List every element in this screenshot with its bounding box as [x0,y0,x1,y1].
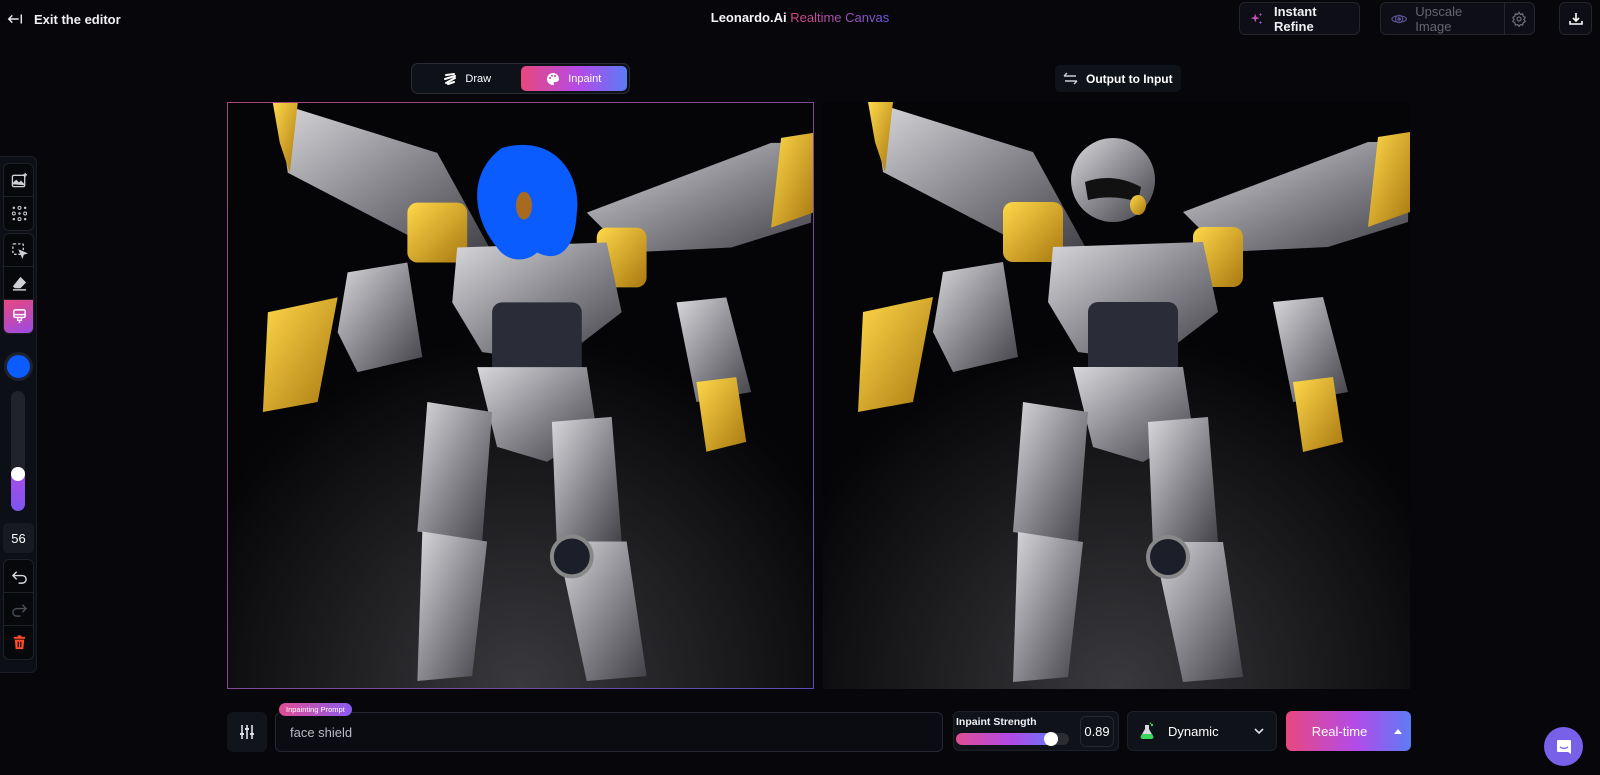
tab-inpaint[interactable]: Inpaint [520,66,627,91]
gear-icon [1512,10,1527,27]
input-canvas[interactable] [227,102,814,689]
paint-brush-tool[interactable] [4,300,33,333]
inpaint-strength-value[interactable]: 0.89 [1080,716,1114,747]
redo-icon [12,603,28,617]
app-subtitle: Realtime Canvas [790,10,890,25]
app-title: Leonardo.Ai Realtime Canvas [0,10,1600,25]
style-dropdown[interactable]: Dynamic [1127,711,1277,751]
mode-toggle: Draw Inpaint [411,63,630,94]
inpaint-strength-fill [956,733,1059,745]
brush-size-slider[interactable] [11,391,25,511]
select-cursor-icon [12,242,28,259]
undo-button[interactable] [4,560,33,593]
sparkle-icon [1250,12,1263,24]
image-plus-icon [11,172,28,187]
scribble-icon [444,72,457,85]
palette-icon [547,72,560,85]
redo-button[interactable] [4,593,33,626]
inpainting-prompt-field: Inpainting Prompt [275,703,943,752]
swap-arrows-icon [1063,72,1078,85]
tab-draw-label: Draw [465,72,492,85]
brush-size-value: 56 [3,523,34,553]
tab-inpaint-label: Inpaint [568,72,602,85]
generation-settings-button[interactable] [227,712,267,752]
instant-refine-button[interactable]: Instant Refine [1239,2,1360,35]
inpainting-prompt-input[interactable] [290,713,930,751]
upscale-orbit-icon [1391,14,1407,23]
inpaint-strength-thumb[interactable] [1044,732,1059,746]
brand-name: Leonardo.Ai [710,10,787,25]
undo-icon [11,570,27,584]
sliders-icon [240,725,254,739]
dots-grid-icon [11,205,28,222]
download-icon [1568,12,1583,25]
eraser-icon [12,276,27,291]
clear-canvas-button[interactable] [4,626,33,659]
chat-bubble-icon [1556,739,1571,754]
pattern-tool[interactable] [4,197,33,230]
output-to-input-label: Output to Input [1086,71,1173,86]
style-selected-label: Dynamic [1168,723,1219,739]
upscale-settings-button[interactable] [1505,3,1534,34]
robot-output-image [823,102,1410,689]
realtime-generate-button[interactable]: Real-time [1286,711,1411,751]
tool-group-edit [3,233,34,334]
output-to-input-button[interactable]: Output to Input [1055,65,1181,92]
upscale-group: Upscale Image [1380,2,1535,35]
add-image-tool[interactable] [4,164,33,197]
robot-input-image [228,103,813,688]
tab-draw[interactable]: Draw [414,66,521,91]
upscale-image-label: Upscale Image [1415,3,1463,34]
eraser-tool[interactable] [4,267,33,300]
instant-refine-label: Instant Refine [1273,3,1317,34]
potion-flask-icon [1140,722,1154,740]
inpaint-strength-label: Inpaint Strength [956,716,1037,728]
inpaint-strength-slider[interactable] [956,732,1069,746]
select-tool[interactable] [4,234,33,267]
chevron-down-icon [1254,728,1264,735]
brush-color-swatch[interactable] [4,352,33,381]
tool-sidebar: 56 [0,156,37,673]
upscale-image-button[interactable]: Upscale Image [1381,3,1505,34]
inpaint-strength-control: Inpaint Strength 0.89 [953,711,1119,751]
download-button[interactable] [1559,2,1592,35]
trash-icon [13,635,26,650]
support-chat-button[interactable] [1544,727,1583,766]
output-canvas [823,102,1410,689]
paint-brush-icon [13,309,26,324]
tool-group-image [3,163,34,231]
tool-group-history [3,559,34,660]
caret-up-icon[interactable] [1393,727,1403,735]
realtime-label: Real-time [1311,723,1368,739]
